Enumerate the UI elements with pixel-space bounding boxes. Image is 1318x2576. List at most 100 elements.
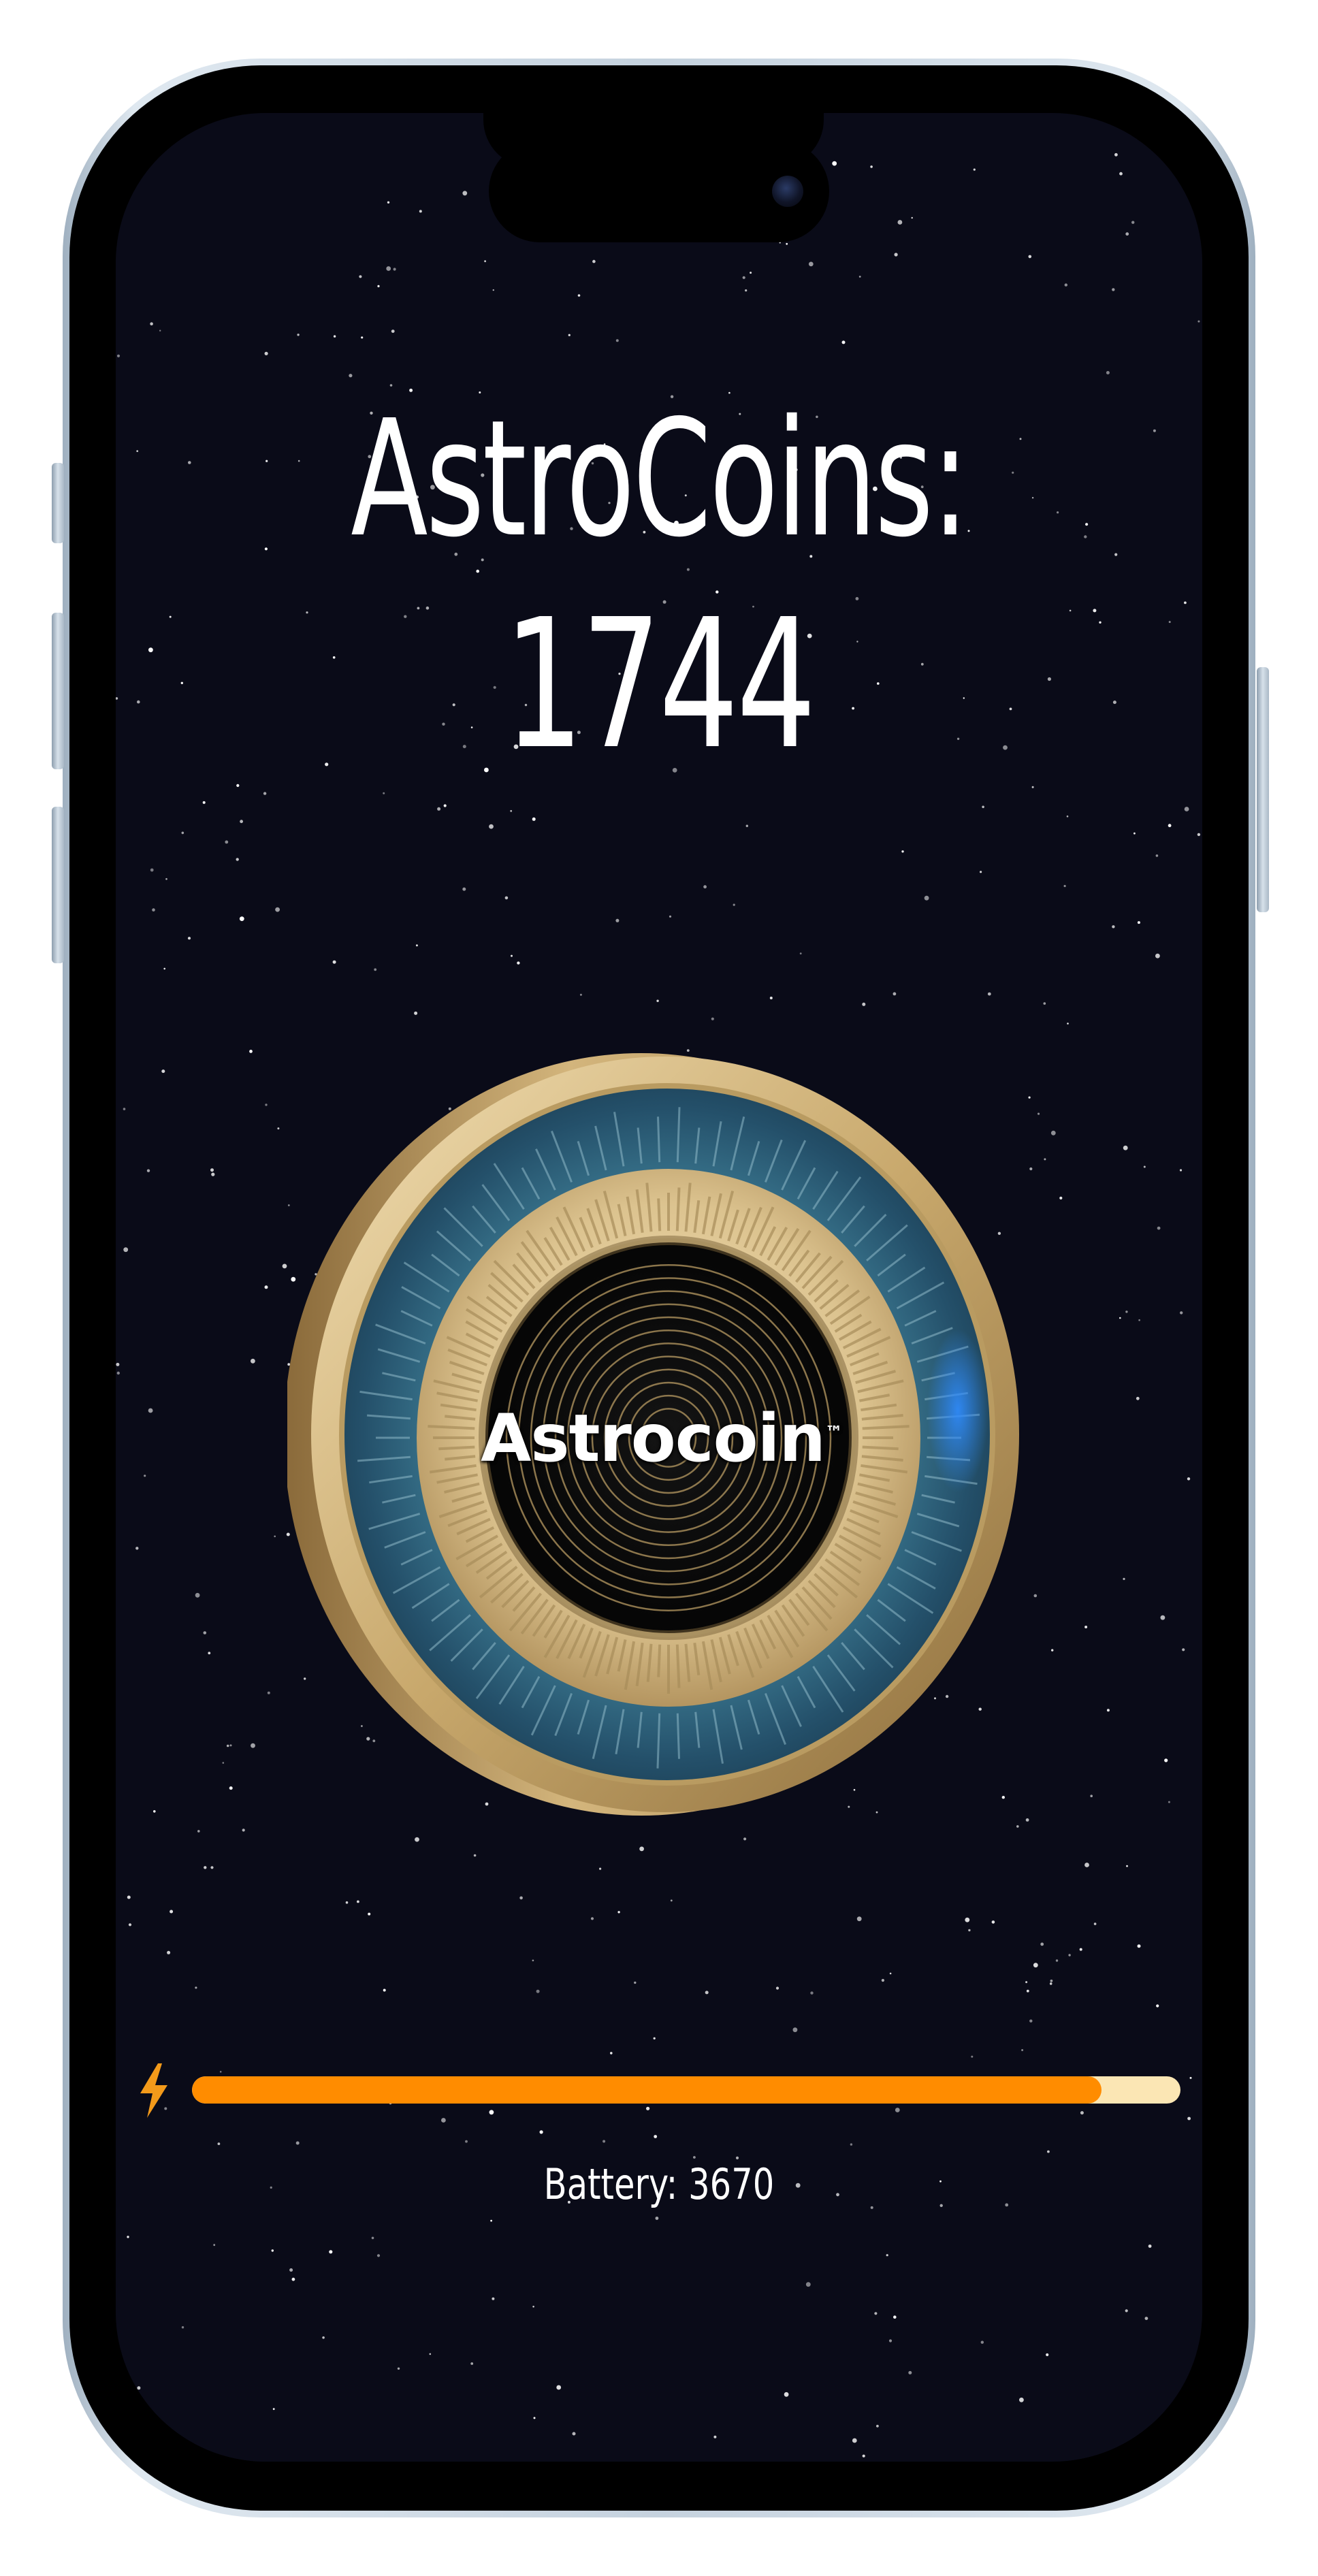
star [1106,1709,1110,1712]
star [810,1991,814,1995]
star [577,294,581,297]
star [377,285,380,287]
star [579,993,582,996]
star [211,1172,215,1176]
star [1093,609,1097,613]
star [1155,854,1159,857]
star [832,161,837,166]
star [769,997,773,999]
star [116,1362,120,1366]
star [799,952,802,954]
star [1119,172,1123,176]
star [229,1786,233,1790]
star [786,242,788,245]
star [1084,535,1087,538]
star [615,339,619,342]
star [274,1535,276,1538]
star [1049,1982,1052,1985]
star [161,1069,165,1074]
star [568,334,570,336]
star [893,992,897,996]
star [148,1408,153,1413]
tap-coin-button[interactable]: Astrocoin™ [287,1043,1036,1826]
star [1028,255,1032,259]
star [203,1631,207,1635]
star [357,1900,359,1903]
coins-label: AstroCoins: [351,385,969,573]
app-screen: AstroCoins: 1744 Astrocoin™ Battery: 367… [116,113,1202,2462]
star [634,1981,637,1984]
star [204,1866,207,1869]
star [980,2340,984,2344]
star [1156,2004,1159,2008]
star [519,1896,523,1900]
star [470,2362,474,2365]
star [195,1592,200,1598]
volume-down-button [52,807,64,963]
star [1063,884,1066,888]
star [711,1017,714,1020]
star [572,2432,576,2436]
star [127,1895,131,1899]
star [1168,824,1172,828]
star [784,2392,789,2397]
star [901,850,904,853]
star [1050,1130,1056,1136]
star [1134,832,1136,835]
star [429,2353,432,2355]
star [295,2141,300,2145]
star [511,954,513,957]
star [646,2106,650,2110]
star [924,895,929,901]
star [187,937,191,940]
star [484,260,486,263]
star [148,647,153,653]
star [1068,1954,1071,1957]
star [1025,1981,1028,1984]
lightning-bolt-icon [140,2063,167,2118]
star [968,1929,971,1932]
star [870,165,873,168]
star [371,2236,374,2240]
star [210,1866,214,1869]
star [1059,1196,1063,1200]
star [393,268,396,271]
star [876,2424,879,2428]
volume-up-button [52,613,64,769]
star [1157,1226,1161,1230]
star [1112,701,1116,705]
star [236,784,240,787]
star [669,915,672,918]
star [386,266,391,271]
star [617,1911,620,1914]
star [415,1837,419,1842]
star [971,2055,974,2058]
star [705,1991,709,1995]
star [713,2435,717,2438]
star [1079,1948,1082,1951]
star [703,885,707,889]
star [862,2454,865,2458]
star [1085,523,1089,526]
star [1021,2049,1024,2051]
star [240,820,243,824]
star [263,792,267,795]
star [1050,1979,1053,1982]
star [1047,2150,1050,2153]
star [128,1923,132,1927]
star [1119,1317,1121,1319]
star [190,113,194,115]
star [181,2326,184,2329]
star [163,967,165,970]
star [750,272,752,274]
star [590,1917,594,1920]
star [775,1986,779,1990]
star [1136,1396,1140,1400]
star [217,2142,221,2146]
star [655,2217,659,2220]
star [116,354,120,357]
camera-lens-icon [772,176,803,207]
star [333,335,336,338]
star [1099,621,1102,624]
star [462,887,466,891]
